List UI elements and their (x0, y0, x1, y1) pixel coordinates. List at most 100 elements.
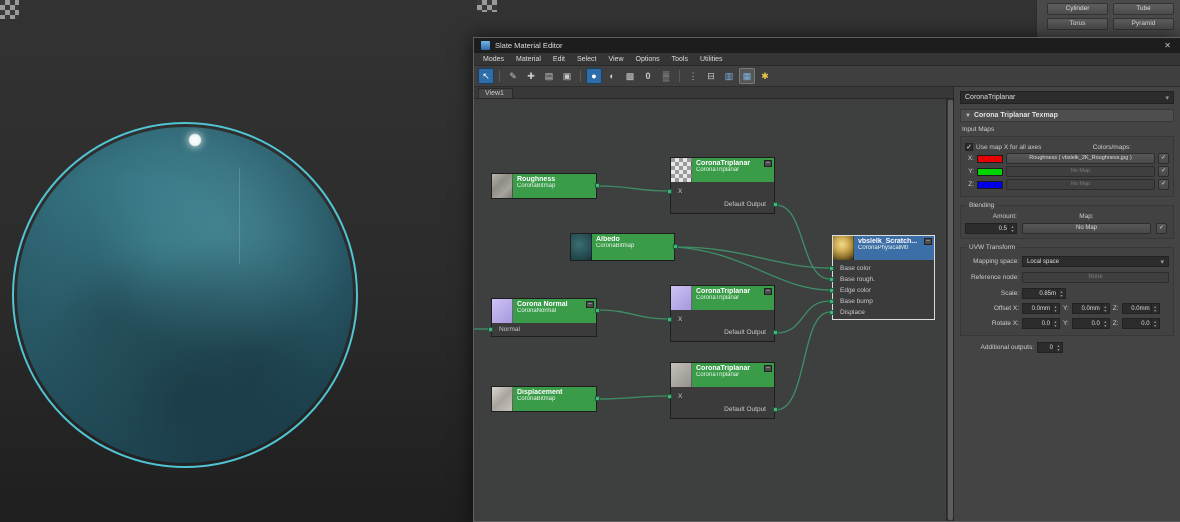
output-slot[interactable]: Default Output (671, 198, 774, 211)
background-checker-icon[interactable]: ▩ (622, 68, 638, 84)
tab-view1[interactable]: View1 (478, 88, 513, 98)
menu-select[interactable]: Select (571, 56, 602, 63)
input-slot-base-rough[interactable]: Base rough. (833, 274, 934, 285)
mapping-space-dropdown[interactable]: Local space ▾ (1022, 256, 1169, 267)
rotate-y-spinner[interactable]: 0.0 ▴▾ (1072, 318, 1110, 329)
offset-z-spinner[interactable]: 0.0mm ▴▾ (1122, 303, 1160, 314)
input-connector[interactable] (667, 189, 672, 194)
output-slot[interactable]: Default Output (671, 403, 774, 416)
close-icon[interactable]: ✕ (1162, 42, 1173, 50)
cylinder-button[interactable]: Cylinder (1047, 3, 1108, 15)
preview-sphere[interactable] (17, 127, 353, 463)
input-connector[interactable] (829, 266, 834, 271)
amount-spinner[interactable]: 0.5 ▴▾ (965, 223, 1017, 234)
node-triplanar-top[interactable]: CoronaTriplanar CoronaTriplanar – X (670, 157, 775, 214)
hide-unused-slots-icon[interactable]: ⊟ (703, 68, 719, 84)
output-connector[interactable] (595, 396, 600, 401)
offset-x-spinner[interactable]: 0.0mm ▴▾ (1022, 303, 1060, 314)
input-connector[interactable] (667, 394, 672, 399)
menu-modes[interactable]: Modes (477, 56, 510, 63)
input-connector[interactable] (829, 299, 834, 304)
canvas-scrollbar[interactable] (946, 99, 953, 521)
x-map-button[interactable]: Roughness ( vbslelk_2K_Roughness.jpg ) (1006, 153, 1155, 164)
show-end-result-icon[interactable]: ◐ (604, 68, 620, 84)
menu-material[interactable]: Material (510, 56, 547, 63)
input-connector[interactable] (488, 327, 493, 332)
output-connector[interactable] (773, 202, 778, 207)
input-connector[interactable] (829, 310, 834, 315)
input-connector[interactable] (667, 317, 672, 322)
blend-map-enable-button[interactable]: ✓ (1156, 223, 1167, 234)
input-slot-base-color[interactable]: Base color (833, 263, 934, 274)
spinner-arrows-icon[interactable]: ▴▾ (1151, 319, 1159, 328)
node-selector-dropdown[interactable]: CoronaTriplanar ▾ (960, 91, 1174, 104)
select-tool-icon[interactable]: ↖ (478, 68, 494, 84)
minimize-node-button[interactable]: – (764, 288, 772, 295)
pick-material-icon[interactable]: ✎ (505, 68, 521, 84)
input-slot-edge-color[interactable]: Edge color (833, 285, 934, 296)
output-connector[interactable] (595, 183, 600, 188)
y-map-enable-button[interactable]: ✓ (1158, 166, 1169, 177)
layout-all-icon[interactable]: ▥ (721, 68, 737, 84)
rollout-corona-triplanar[interactable]: ▼ Corona Triplanar Texmap (960, 109, 1174, 122)
node-material[interactable]: vbslelk_Scratch... CoronaPhysicalMtl – B… (832, 235, 935, 320)
menu-utilities[interactable]: Utilities (694, 56, 729, 63)
spinner-arrows-icon[interactable]: ▴▾ (1054, 343, 1062, 352)
spinner-arrows-icon[interactable]: ▴▾ (1101, 304, 1109, 313)
use-map-x-checkbox[interactable]: ✓ (965, 143, 973, 151)
node-triplanar-mid[interactable]: CoronaTriplanar CoronaTriplanar – X (670, 285, 775, 342)
scrollbar-thumb[interactable] (948, 100, 953, 520)
x-map-enable-button[interactable]: ✓ (1158, 153, 1169, 164)
minimize-node-button[interactable]: – (586, 301, 594, 308)
y-color-swatch[interactable] (977, 168, 1003, 176)
dither-icon[interactable]: ▒ (658, 68, 674, 84)
node-albedo[interactable]: Albedo CoronaBitmap (570, 233, 675, 261)
input-slot-displace[interactable]: Displace (833, 307, 934, 318)
y-map-button[interactable]: No Map (1006, 166, 1155, 177)
minimize-node-button[interactable]: – (764, 160, 772, 167)
blend-map-button[interactable]: No Map (1022, 223, 1151, 234)
rotate-z-spinner[interactable]: 0.0 ▴▾ (1122, 318, 1160, 329)
assign-material-icon[interactable]: ▣ (559, 68, 575, 84)
node-corona-normal[interactable]: Corona Normal CoronaNormal – Normal (491, 298, 597, 337)
node-triplanar-bottom[interactable]: CoronaTriplanar CoronaTriplanar – X (670, 362, 775, 419)
input-connector[interactable] (829, 288, 834, 293)
spinner-arrows-icon[interactable]: ▴▾ (1051, 319, 1059, 328)
reference-node-button[interactable]: None (1022, 272, 1169, 283)
spinner-arrows-icon[interactable]: ▴▾ (1151, 304, 1159, 313)
scale-spinner[interactable]: 0.85m ▴▾ (1022, 288, 1066, 299)
additional-outputs-spinner[interactable]: 0 ▴▾ (1037, 342, 1063, 353)
output-connector[interactable] (673, 244, 678, 249)
z-color-swatch[interactable] (977, 181, 1003, 189)
output-slot[interactable]: Default Output (671, 326, 774, 339)
layout-vertical-icon[interactable]: ⋮ (685, 68, 701, 84)
minimize-node-button[interactable]: – (764, 365, 772, 372)
pyramid-button[interactable]: Pyramid (1113, 18, 1174, 30)
show-map-in-viewport-icon[interactable]: ● (586, 68, 602, 84)
input-slot-x[interactable]: X (671, 390, 774, 403)
zoom-burst-icon[interactable]: ✱ (757, 68, 773, 84)
layout-children-icon[interactable]: ▦ (739, 68, 755, 84)
spinner-arrows-icon[interactable]: ▴▾ (1101, 319, 1109, 328)
menu-tools[interactable]: Tools (666, 56, 694, 63)
spinner-arrows-icon[interactable]: ▴▾ (1051, 304, 1059, 313)
x-color-swatch[interactable] (977, 155, 1003, 163)
menu-options[interactable]: Options (630, 56, 666, 63)
spinner-arrows-icon[interactable]: ▴▾ (1057, 289, 1065, 298)
menu-view[interactable]: View (602, 56, 629, 63)
offset-y-spinner[interactable]: 0.0mm ▴▾ (1072, 303, 1110, 314)
input-slot-x[interactable]: X (671, 185, 774, 198)
tube-button[interactable]: Tube (1113, 3, 1174, 15)
output-connector[interactable] (773, 407, 778, 412)
torus-button[interactable]: Torus (1047, 18, 1108, 30)
input-slot-normal[interactable]: Normal (492, 323, 596, 336)
put-material-icon[interactable]: ▤ (541, 68, 557, 84)
z-map-enable-button[interactable]: ✓ (1158, 179, 1169, 190)
spinner-arrows-icon[interactable]: ▴▾ (1008, 224, 1016, 233)
menu-edit[interactable]: Edit (547, 56, 571, 63)
input-connector[interactable] (829, 277, 834, 282)
node-roughness[interactable]: Roughness CoronaBitmap (491, 173, 597, 199)
minimize-node-button[interactable]: – (924, 238, 932, 245)
sample-color-icon[interactable]: ✚ (523, 68, 539, 84)
material-id-icon[interactable]: 0 (640, 68, 656, 84)
